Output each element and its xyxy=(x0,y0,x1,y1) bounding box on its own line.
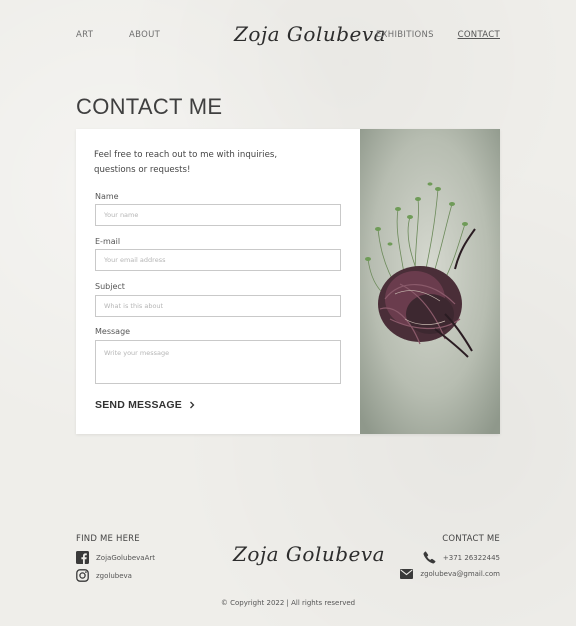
phone-link[interactable]: +371 26322445 xyxy=(423,551,500,564)
nav-link-about[interactable]: ABOUT xyxy=(129,30,160,40)
name-field[interactable] xyxy=(95,204,341,226)
subject-label: Subject xyxy=(95,282,125,291)
message-field[interactable] xyxy=(95,340,341,384)
instagram-handle: zgolubeva xyxy=(96,571,132,580)
send-message-button[interactable]: SEND MESSAGE xyxy=(95,399,196,411)
contact-card: Feel free to reach out to me with inquir… xyxy=(76,129,500,434)
facebook-icon xyxy=(76,551,89,564)
artwork-image xyxy=(360,129,500,434)
footer: FIND ME HERE ZojaGolubevaArt zgolubeva Z… xyxy=(76,530,500,620)
footer-logo[interactable]: Zoja Golubeva xyxy=(233,542,385,566)
facebook-handle: ZojaGolubevaArt xyxy=(96,553,155,562)
nav-link-art[interactable]: ART xyxy=(76,30,93,40)
nav-link-contact[interactable]: CONTACT xyxy=(458,30,500,40)
site-logo[interactable]: Zoja Golubeva xyxy=(234,22,386,46)
send-message-label: SEND MESSAGE xyxy=(95,399,182,411)
find-me-heading: FIND ME HERE xyxy=(76,534,140,544)
contact-form: Feel free to reach out to me with inquir… xyxy=(76,129,360,434)
subject-field[interactable] xyxy=(95,295,341,317)
name-label: Name xyxy=(95,192,119,201)
email-address: zgolubeva@gmail.com xyxy=(420,570,500,578)
message-label: Message xyxy=(95,327,131,336)
mail-icon xyxy=(400,569,414,579)
intro-text: Feel free to reach out to me with inquir… xyxy=(94,150,278,175)
top-navigation: ART ABOUT Zoja Golubeva EXHIBITIONS CONT… xyxy=(76,20,500,54)
chevron-right-icon xyxy=(190,401,195,409)
email-field[interactable] xyxy=(95,249,341,271)
facebook-link[interactable]: ZojaGolubevaArt xyxy=(76,551,155,564)
instagram-icon xyxy=(76,569,89,582)
phone-icon xyxy=(423,551,436,564)
email-link[interactable]: zgolubeva@gmail.com xyxy=(400,569,500,579)
instagram-link[interactable]: zgolubeva xyxy=(76,569,132,582)
page-title: CONTACT ME xyxy=(76,94,223,119)
artwork-illustration xyxy=(360,129,500,434)
contact-me-heading: CONTACT ME xyxy=(442,534,500,544)
email-label: E-mail xyxy=(95,237,121,246)
phone-number: +371 26322445 xyxy=(442,553,500,562)
copyright-text: © Copyright 2022 | All rights reserved xyxy=(220,599,356,607)
nav-link-exhibitions[interactable]: EXHIBITIONS xyxy=(376,30,434,40)
